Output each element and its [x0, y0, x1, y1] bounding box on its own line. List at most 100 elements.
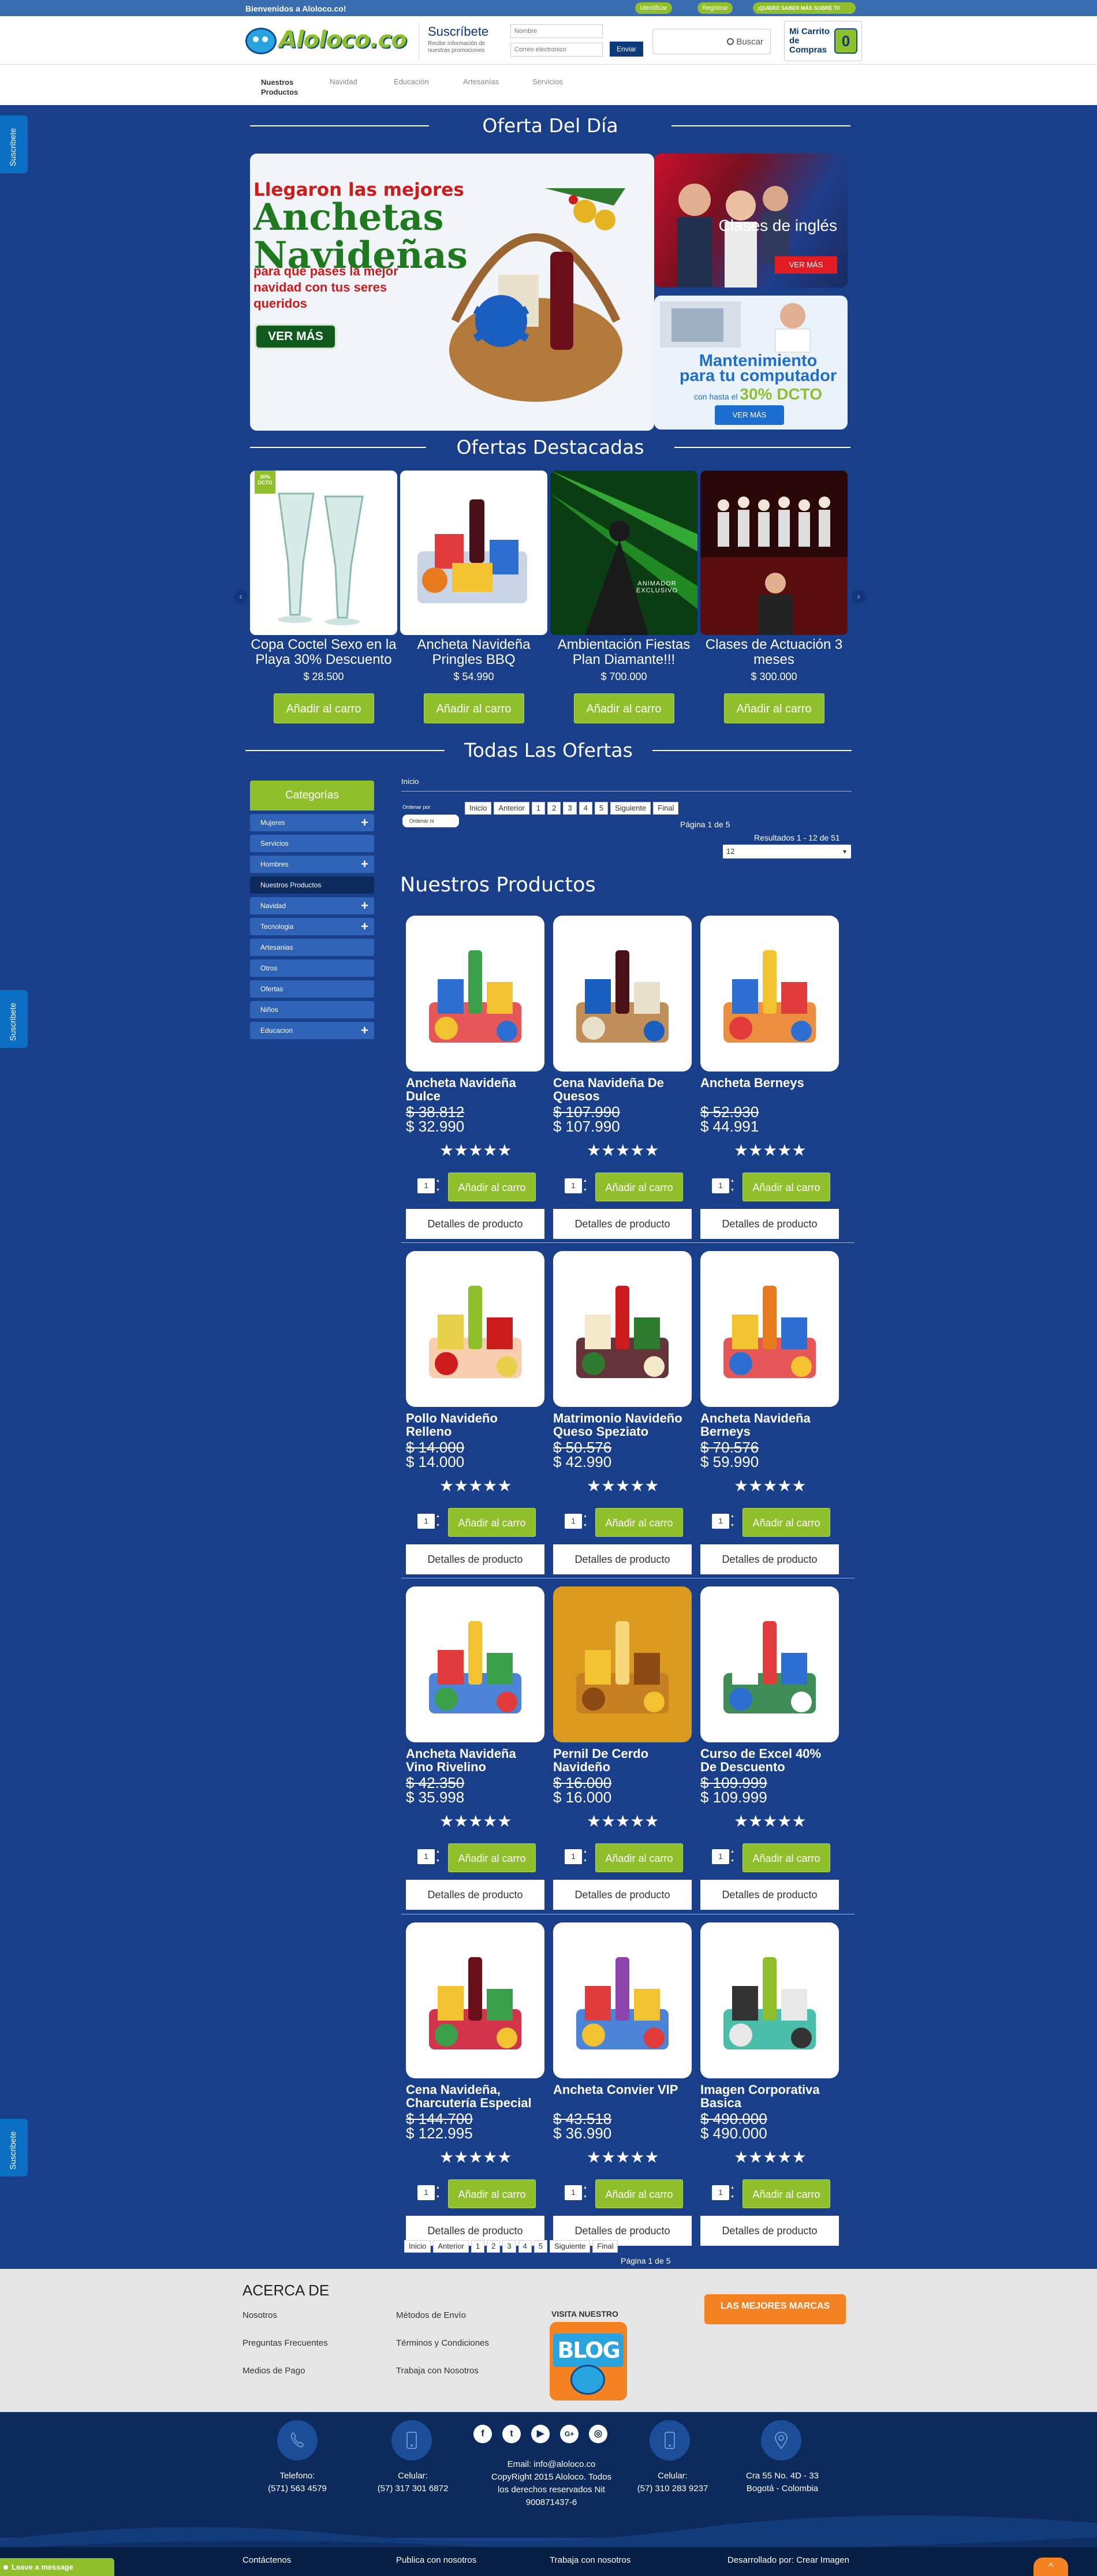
facebook-icon[interactable]: f — [473, 2425, 492, 2443]
pc-maintenance-banner[interactable]: Mantenimiento para tu computador con hast… — [654, 296, 848, 430]
quantity-input[interactable]: 1 — [565, 1178, 582, 1193]
subscribe-side-tab[interactable]: Suscribete — [0, 990, 28, 1048]
email-field[interactable] — [510, 43, 603, 57]
quantity-input[interactable]: 1 — [712, 1514, 729, 1529]
add-to-cart-button[interactable]: Añadir al carro — [448, 1843, 536, 1872]
quantity-input[interactable]: 1 — [417, 1178, 435, 1193]
google-plus-icon[interactable]: G+ — [560, 2425, 579, 2443]
product-image[interactable] — [700, 916, 839, 1072]
page-link[interactable]: 3 — [563, 802, 577, 815]
instagram-icon[interactable]: ◎ — [589, 2425, 607, 2443]
cart-button[interactable]: Mi Carrito de Compras 0 — [784, 21, 862, 61]
youtube-icon[interactable]: ▶ — [531, 2425, 550, 2443]
page-link[interactable]: 2 — [487, 2240, 501, 2253]
add-to-cart-button[interactable]: Añadir al carro — [448, 2179, 536, 2208]
page-link[interactable]: 5 — [594, 802, 609, 815]
quantity-input[interactable]: 1 — [712, 1849, 729, 1864]
link-jobs[interactable]: Trabaja con Nosotros — [396, 2366, 479, 2376]
featured-name[interactable]: Clases de Actuación 3 meses — [700, 637, 848, 667]
back-to-top-button[interactable]: ^ — [1033, 2558, 1068, 2576]
banner-more-button[interactable]: VER MÁS — [255, 324, 337, 349]
product-image[interactable] — [700, 1251, 839, 1407]
subscribe-side-tab[interactable]: Suscribete — [0, 115, 28, 173]
english-classes-banner[interactable]: Clases de inglés VER MÁS — [654, 154, 848, 288]
add-to-cart-button[interactable]: Añadir al carro — [742, 2179, 830, 2208]
per-page-select[interactable]: 12 — [723, 845, 851, 858]
featured-image[interactable]: Animador exclusivo — [550, 471, 697, 635]
quantity-stepper-icon[interactable]: ▲ ▼ — [583, 1177, 589, 1195]
register-button[interactable]: Registrar — [697, 2, 733, 14]
developer-link[interactable]: Desarrollado por: Crear Imagen — [727, 2555, 849, 2565]
expand-icon[interactable]: + — [361, 918, 368, 935]
expand-icon[interactable]: + — [361, 856, 368, 873]
add-to-cart-button[interactable]: Añadir al carro — [595, 1843, 683, 1872]
add-to-cart-button[interactable]: Añadir al carro — [595, 1508, 683, 1537]
category-item[interactable]: Nuestros Productos — [250, 876, 374, 894]
product-name[interactable]: Imagen Corporativa Basica — [700, 2083, 839, 2110]
site-logo[interactable]: Aloloco.co — [245, 25, 407, 58]
work-link[interactable]: Trabaja con nosotros — [550, 2555, 630, 2565]
quantity-input[interactable]: 1 — [712, 2185, 729, 2200]
order-select[interactable]: Ordenar ni — [402, 815, 459, 827]
category-item[interactable]: Educacion + — [250, 1022, 374, 1039]
carousel-next-arrow[interactable]: › — [852, 590, 865, 604]
page-link[interactable]: Inicio — [404, 2240, 431, 2253]
product-image[interactable] — [406, 1586, 544, 1742]
quantity-input[interactable]: 1 — [712, 1178, 729, 1193]
product-name[interactable]: Ancheta Berneys — [700, 1076, 839, 1089]
product-details-button[interactable]: Detalles de producto — [553, 1544, 692, 1574]
product-name[interactable]: Curso de Excel 40% De Descuento — [700, 1747, 839, 1774]
nav-nuestros-productos[interactable]: Nuestros Productos — [261, 77, 301, 97]
page-link[interactable]: 3 — [502, 2240, 516, 2253]
category-item[interactable]: Niños — [250, 1001, 374, 1018]
featured-name[interactable]: Ancheta Navideña Pringles BBQ — [400, 637, 547, 667]
quantity-stepper-icon[interactable]: ▲ ▼ — [730, 2183, 736, 2202]
product-image[interactable] — [553, 1251, 692, 1407]
category-item[interactable]: Navidad + — [250, 897, 374, 914]
product-name[interactable]: Pollo Navideño Relleno — [406, 1412, 544, 1438]
product-image[interactable] — [700, 1922, 839, 2078]
quantity-stepper-icon[interactable]: ▲ ▼ — [730, 1847, 736, 1866]
link-shipping[interactable]: Métodos de Envío — [396, 2310, 466, 2320]
add-to-cart-button[interactable]: Añadir al carro — [448, 1508, 536, 1537]
product-image[interactable] — [700, 1586, 839, 1742]
pc-more-button[interactable]: VER MÁS — [715, 405, 784, 425]
quantity-stepper-icon[interactable]: ▲ ▼ — [436, 2183, 442, 2202]
product-name[interactable]: Pernil De Cerdo Navideño — [553, 1747, 692, 1774]
twitter-icon[interactable]: t — [502, 2425, 521, 2443]
product-details-button[interactable]: Detalles de producto — [406, 1544, 544, 1574]
add-to-cart-button[interactable]: Añadir al carro — [595, 2179, 683, 2208]
featured-image[interactable] — [400, 471, 547, 635]
link-faq[interactable]: Preguntas Frecuentes — [242, 2338, 328, 2348]
page-link[interactable]: 1 — [531, 802, 546, 815]
quantity-input[interactable]: 1 — [565, 2185, 582, 2200]
send-button[interactable]: Enviar — [610, 42, 643, 57]
add-to-cart-button[interactable]: Añadir al carro — [723, 693, 824, 723]
nav-servicios[interactable]: Servicios — [532, 77, 563, 86]
product-image[interactable] — [406, 1251, 544, 1407]
quantity-stepper-icon[interactable]: ▲ ▼ — [436, 1847, 442, 1866]
quantity-input[interactable]: 1 — [565, 1849, 582, 1864]
product-details-button[interactable]: Detalles de producto — [553, 1880, 692, 1910]
quantity-input[interactable]: 1 — [417, 1514, 435, 1529]
category-item[interactable]: Artesanias — [250, 939, 374, 956]
featured-name[interactable]: Copa Coctel Sexo en la Playa 30% Descuen… — [250, 637, 397, 667]
add-to-cart-button[interactable]: Añadir al carro — [742, 1508, 830, 1537]
search-box[interactable]: Buscar — [652, 29, 771, 54]
product-details-button[interactable]: Detalles de producto — [406, 1880, 544, 1910]
page-link[interactable]: Final — [653, 802, 679, 815]
page-link[interactable]: Anterior — [494, 802, 529, 815]
product-name[interactable]: Cena Navideña, Charcutería Especial — [406, 2083, 544, 2110]
page-link[interactable]: Inicio — [465, 802, 492, 815]
nav-artesanias[interactable]: Artesanías — [463, 77, 499, 86]
expand-icon[interactable]: + — [361, 1022, 368, 1039]
blog-badge[interactable]: BLOG — [550, 2322, 627, 2400]
leave-message-button[interactable]: Leave a message — [0, 2558, 114, 2576]
subscribe-side-tab[interactable]: Suscribete — [0, 2119, 28, 2176]
product-image[interactable] — [553, 916, 692, 1072]
category-item[interactable]: Otros — [250, 960, 374, 977]
product-details-button[interactable]: Detalles de producto — [553, 1209, 692, 1239]
category-item[interactable]: Hombres + — [250, 856, 374, 873]
christmas-banner[interactable]: Llegaron las mejores Anchetas Navideñas p… — [250, 154, 654, 431]
quantity-stepper-icon[interactable]: ▲ ▼ — [583, 1512, 589, 1530]
